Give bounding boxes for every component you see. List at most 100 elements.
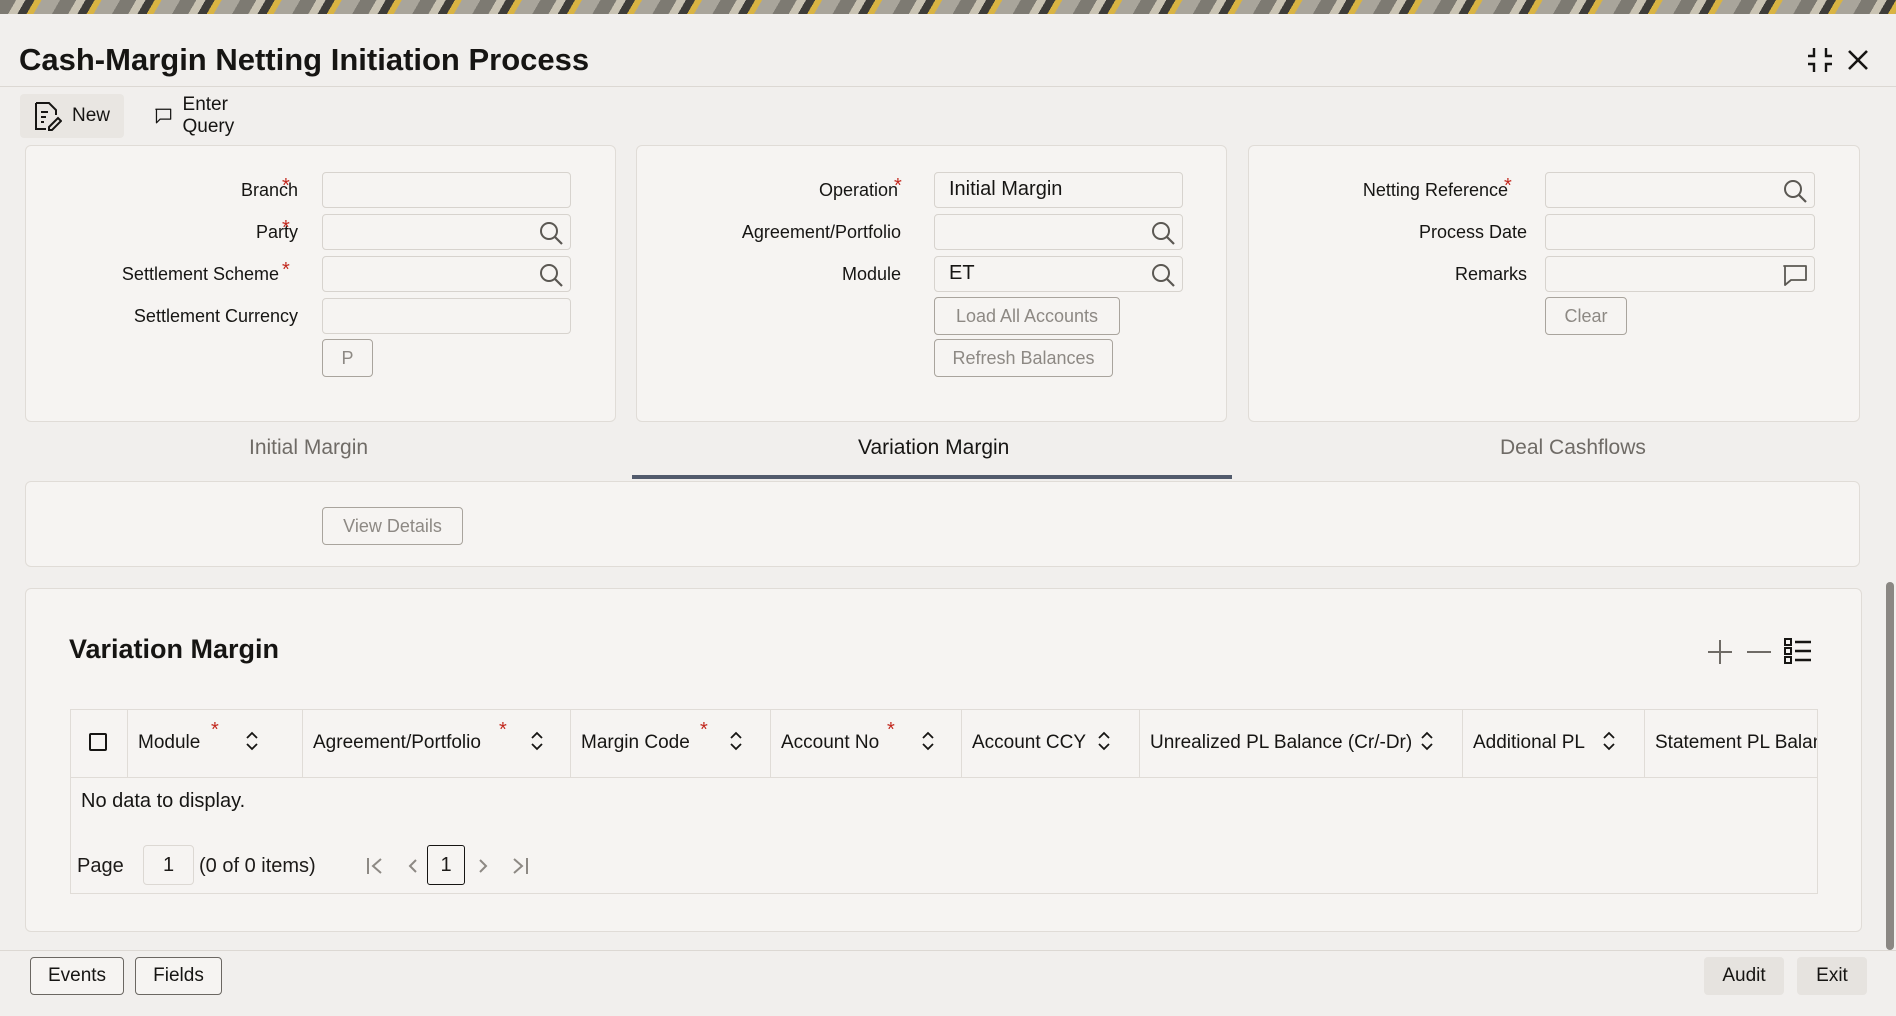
column-account-no-label: Account No [781,732,880,753]
tab-initial-margin[interactable]: Initial Margin [249,436,368,460]
column-module-label: Module [138,732,201,753]
netting-reference-label: Netting Reference [1362,180,1508,200]
netting-reference-field[interactable] [1545,172,1815,208]
events-button[interactable]: Events [30,957,124,995]
required-marker: * [211,719,219,741]
search-icon[interactable] [538,220,564,246]
fields-button[interactable]: Fields [135,957,222,995]
column-agreement-portfolio[interactable]: Agreement/Portfolio * [303,710,571,777]
column-account-ccy[interactable]: Account CCY [962,710,1140,777]
branch-field[interactable] [322,172,571,208]
column-agreement-portfolio-label: Agreement/Portfolio [313,732,481,753]
sort-icon[interactable] [921,730,935,752]
next-page-icon[interactable] [475,856,491,876]
tab-variation-margin[interactable]: Variation Margin [858,436,1009,460]
column-unrealized-pl-balance-label: Unrealized PL Balance (Cr/-Dr) [1150,732,1413,753]
column-module[interactable]: Module * [128,710,303,777]
current-page-button[interactable]: 1 [427,845,465,885]
sort-icon[interactable] [1602,730,1616,752]
process-date-field[interactable] [1545,214,1815,250]
select-all-checkbox[interactable] [89,733,107,751]
operation-label: Operation [818,180,898,200]
party-field[interactable] [322,214,571,250]
refresh-balances-button[interactable]: Refresh Balances [934,339,1113,377]
tab-deal-cashflows[interactable]: Deal Cashflows [1500,436,1646,460]
load-all-accounts-button[interactable]: Load All Accounts [934,297,1120,335]
settlement-scheme-label: Settlement Scheme [121,264,279,284]
exit-button[interactable]: Exit [1797,957,1867,995]
required-marker: * [887,719,895,741]
sort-icon[interactable] [530,730,544,752]
new-button[interactable]: New [20,94,125,138]
module-label: Module [841,264,901,284]
select-all-column [71,710,128,777]
settlement-currency-field[interactable] [322,298,571,334]
add-row-icon[interactable] [1706,638,1734,666]
p-button[interactable]: P [322,339,373,377]
column-account-no[interactable]: Account No * [771,710,962,777]
search-icon[interactable] [1150,262,1176,288]
operation-field[interactable]: Initial Margin [934,172,1183,208]
comment-icon[interactable] [1782,262,1808,288]
settlement-scheme-field[interactable] [322,256,571,292]
column-statement-pl-balance[interactable]: Statement PL Balan [1645,710,1817,777]
required-marker: * [1504,175,1512,197]
close-icon[interactable] [1842,44,1874,76]
footer-bar: Events Fields Audit Exit [0,950,1896,1000]
operation-panel: Operation * Initial Margin Agreement/Por… [636,145,1227,422]
sort-icon[interactable] [1097,730,1111,752]
enter-query-label: Enter Query [182,94,235,137]
vertical-scrollbar[interactable] [1886,582,1894,950]
header-decorative-stripe [0,0,1896,14]
netting-panel: Netting Reference * Process Date Remarks… [1248,145,1860,422]
required-marker: * [499,719,507,741]
sort-icon[interactable] [1420,730,1434,752]
tab-content-panel: View Details [25,481,1860,567]
comment-icon [155,108,172,124]
page-label: Page [77,855,124,877]
settlement-currency-label: Settlement Currency [133,306,298,326]
title-divider [0,86,1896,87]
column-additional-pl[interactable]: Additional PL [1463,710,1645,777]
page-number-input[interactable]: 1 [143,845,194,885]
column-additional-pl-label: Additional PL [1473,732,1585,753]
audit-button[interactable]: Audit [1704,957,1784,995]
process-date-label: Process Date [1418,222,1527,242]
new-document-icon [35,102,62,131]
items-count: (0 of 0 items) [199,855,316,877]
first-page-icon[interactable] [365,856,385,876]
new-button-label: New [72,105,111,126]
required-marker: * [282,175,290,197]
sort-icon[interactable] [245,730,259,752]
clear-button[interactable]: Clear [1545,297,1627,335]
agreement-portfolio-field[interactable] [934,214,1183,250]
required-marker: * [282,259,290,281]
column-margin-code[interactable]: Margin Code * [571,710,771,777]
enter-query-button[interactable]: Enter Query [142,94,260,138]
required-marker: * [700,719,708,741]
module-value: ET [949,262,975,284]
search-icon[interactable] [1782,178,1808,204]
minimize-restore-icon[interactable] [1804,44,1836,76]
sort-icon[interactable] [729,730,743,752]
branch-panel: Branch * Party * Settlement Scheme * Set… [25,145,616,422]
title-bar: Cash-Margin Netting Initiation Process [0,14,1896,86]
delete-row-icon[interactable] [1745,638,1773,666]
table-header: Module * Agreement/Portfolio * Margin Co… [71,710,1817,778]
search-icon[interactable] [1150,220,1176,246]
column-unrealized-pl-balance[interactable]: Unrealized PL Balance (Cr/-Dr) [1140,710,1463,777]
list-view-icon[interactable] [1783,636,1813,666]
previous-page-icon[interactable] [405,856,421,876]
search-icon[interactable] [538,262,564,288]
page-title: Cash-Margin Netting Initiation Process [19,42,590,77]
active-tab-indicator [632,475,1232,479]
grid-title: Variation Margin [69,634,280,664]
required-marker: * [894,175,902,197]
last-page-icon[interactable] [510,856,530,876]
party-label: Party [255,222,298,242]
pagination: Page 1 (0 of 0 items) 1 [77,845,577,887]
view-details-button[interactable]: View Details [322,507,463,545]
module-field[interactable]: ET [934,256,1183,292]
agreement-portfolio-label: Agreement/Portfolio [741,222,901,242]
remarks-field[interactable] [1545,256,1815,292]
